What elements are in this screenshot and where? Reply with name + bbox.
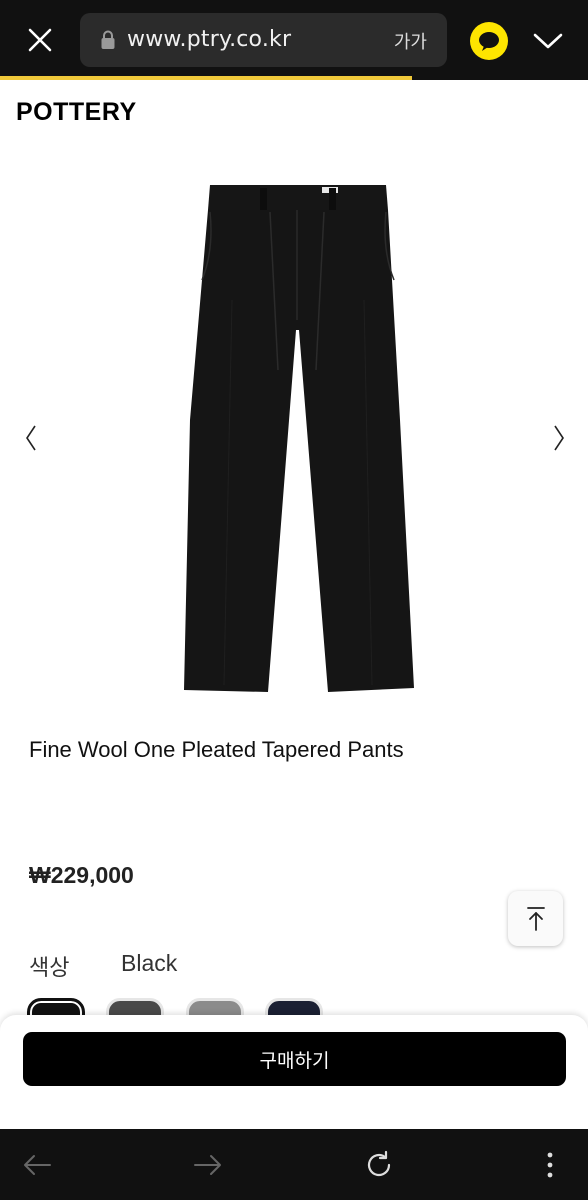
font-size-button[interactable]: 가가 xyxy=(394,28,427,54)
close-button[interactable] xyxy=(18,20,62,60)
chevron-left-icon xyxy=(26,425,36,451)
lock-icon xyxy=(101,30,115,49)
back-button[interactable] xyxy=(15,1143,59,1187)
reload-button[interactable] xyxy=(357,1143,401,1187)
more-vertical-icon xyxy=(547,1152,553,1178)
product-price: ₩229,000 xyxy=(29,862,134,888)
arrow-up-to-line-icon xyxy=(526,906,545,931)
reload-icon xyxy=(367,1150,391,1177)
kakaotalk-button[interactable] xyxy=(470,22,508,60)
chevron-down-icon xyxy=(533,33,563,49)
address-bar[interactable]: www.ptry.co.kr 가가 xyxy=(80,13,447,67)
arrow-left-icon xyxy=(24,1155,51,1175)
pants-image xyxy=(184,185,414,692)
product-name: Fine Wool One Pleated Tapered Pants xyxy=(29,737,404,762)
more-menu-button[interactable] xyxy=(528,1143,572,1187)
color-option-label: 색상 xyxy=(29,956,70,981)
image-next-button[interactable] xyxy=(544,418,574,458)
purchase-sheet: 구매하기 xyxy=(0,1015,588,1129)
browser-bottom-bar xyxy=(0,1129,588,1200)
expand-button[interactable] xyxy=(528,24,568,58)
browser-top-bar: www.ptry.co.kr 가가 xyxy=(0,0,588,80)
chevron-right-icon xyxy=(554,425,564,451)
forward-button[interactable] xyxy=(186,1143,230,1187)
close-icon xyxy=(28,28,52,52)
arrow-right-icon xyxy=(194,1155,221,1175)
buy-button[interactable]: 구매하기 xyxy=(23,1032,566,1086)
site-logo[interactable]: POTTERY xyxy=(16,98,137,127)
url-text: www.ptry.co.kr xyxy=(127,27,292,52)
image-prev-button[interactable] xyxy=(16,418,46,458)
selected-color-value: Black xyxy=(121,950,178,976)
chat-bubble-icon xyxy=(479,32,499,51)
page-load-progress xyxy=(0,76,412,80)
scroll-to-top-button[interactable] xyxy=(508,891,563,946)
